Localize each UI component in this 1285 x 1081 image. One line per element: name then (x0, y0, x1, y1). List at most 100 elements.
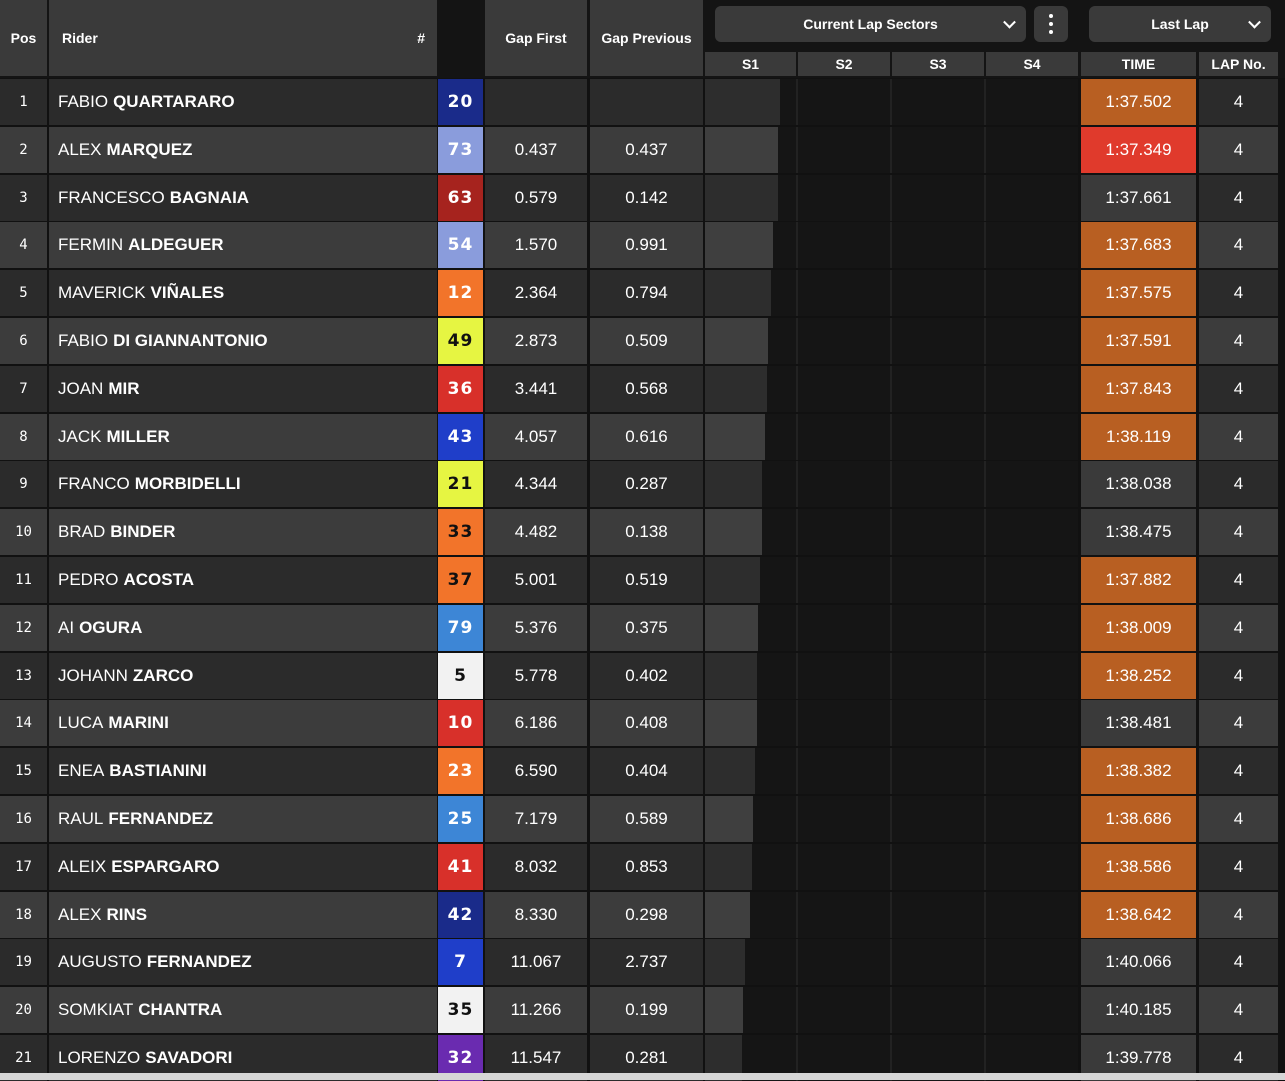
sector-progress-cell (705, 270, 1078, 317)
rider-first-name: FABIO (58, 331, 109, 350)
table-row[interactable]: 12 AI OGURA 79 5.376 0.375 1:38.009 4 (0, 604, 1285, 651)
rider-number-badge: 10 (438, 700, 483, 747)
table-row[interactable]: 5 MAVERICK VIÑALES 12 2.364 0.794 1:37.575 4 (0, 270, 1285, 317)
table-row[interactable]: 18 ALEX RINS 42 8.330 0.298 1:38.642 4 (0, 891, 1285, 938)
sector-divider (984, 270, 986, 317)
rider-name[interactable]: PEDRO ACOSTA (49, 557, 437, 603)
table-row[interactable]: 15 ENEA BASTIANINI 23 6.590 0.404 1:38.382 4 (0, 748, 1285, 795)
rider-name[interactable]: FRANCESCO BAGNAIA (49, 174, 437, 221)
lap-time-cell: 1:37.502 (1081, 79, 1196, 125)
sectors-dropdown[interactable]: Current Lap Sectors (715, 6, 1026, 42)
lap-time-cell: 1:38.481 (1081, 700, 1196, 747)
s1-progress-bar (705, 222, 773, 269)
lap-dropdown-label: Last Lap (1151, 16, 1209, 32)
table-row[interactable]: 17 ALEIX ESPARGARO 41 8.032 0.853 1:38.586 4 (0, 843, 1285, 890)
sector-progress-cell (705, 987, 1078, 1034)
rider-name[interactable]: ALEIX ESPARGARO (49, 843, 437, 890)
table-row[interactable]: 9 FRANCO MORBIDELLI 21 4.344 0.287 1:38.038 4 (0, 461, 1285, 508)
sector-progress-cell (705, 79, 1078, 125)
s1-progress-bar (705, 509, 762, 556)
gap-first-header[interactable]: Gap First (485, 0, 587, 76)
sector-divider (890, 461, 892, 508)
rider-name[interactable]: MAVERICK VIÑALES (49, 270, 437, 317)
rider-name[interactable]: SOMKIAT CHANTRA (49, 987, 437, 1034)
table-row[interactable]: 7 JOAN MIR 36 3.441 0.568 1:37.843 4 (0, 365, 1285, 412)
lap-no-header[interactable]: LAP No. (1199, 52, 1278, 76)
table-row[interactable]: 10 BRAD BINDER 33 4.482 0.138 1:38.475 4 (0, 509, 1285, 556)
gap-first-cell: 2.873 (485, 318, 587, 364)
s3-header[interactable]: S3 (892, 52, 984, 76)
table-row[interactable]: 1 FABIO QUARTARARO 20 1:37.502 4 (0, 79, 1285, 125)
s1-progress-bar (705, 79, 781, 125)
table-row[interactable]: 19 AUGUSTO FERNANDEZ 7 11.067 2.737 1:40.066 4 (0, 939, 1285, 986)
time-header[interactable]: TIME (1081, 52, 1196, 76)
gap-previous-cell: 0.568 (590, 365, 703, 412)
position-cell: 11 (0, 557, 47, 603)
rider-first-name: AI (58, 617, 75, 637)
rider-name[interactable]: FERMIN ALDEGUER (49, 222, 437, 269)
sector-progress-cell (705, 700, 1078, 747)
lap-time-cell: 1:38.475 (1081, 509, 1196, 556)
gap-previous-header[interactable]: Gap Previous (590, 0, 703, 76)
table-row[interactable]: 20 SOMKIAT CHANTRA 35 11.266 0.199 1:40.185 4 (0, 987, 1285, 1034)
sector-progress-cell (705, 652, 1078, 699)
sector-divider (796, 365, 798, 412)
horizontal-scrollbar[interactable] (0, 1073, 1285, 1080)
lap-time-cell: 1:38.642 (1081, 891, 1196, 938)
table-row[interactable]: 16 RAUL FERNANDEZ 25 7.179 0.589 1:38.686 4 (0, 796, 1285, 842)
position-cell: 6 (0, 318, 47, 364)
rider-number-badge: 63 (438, 174, 483, 221)
rider-name[interactable]: ALEX RINS (49, 891, 437, 938)
rider-name[interactable]: AUGUSTO FERNANDEZ (49, 939, 437, 986)
rider-name[interactable]: FABIO DI GIANNANTONIO (49, 318, 437, 364)
position-cell: 20 (0, 987, 47, 1034)
sector-divider (984, 318, 986, 364)
lap-time-cell: 1:38.586 (1081, 843, 1196, 890)
more-options-button[interactable] (1034, 6, 1068, 42)
rider-first-name: ALEX (58, 139, 102, 159)
rider-header[interactable]: Rider # (49, 0, 437, 76)
table-row[interactable]: 13 JOHANN ZARCO 5 5.778 0.402 1:38.252 4 (0, 652, 1285, 699)
rider-number-badge: 41 (438, 843, 483, 890)
table-row[interactable]: 3 FRANCESCO BAGNAIA 63 0.579 0.142 1:37.661 4 (0, 174, 1285, 221)
lap-dropdown[interactable]: Last Lap (1089, 6, 1271, 42)
lap-number-cell: 4 (1199, 557, 1278, 603)
s4-header[interactable]: S4 (986, 52, 1078, 76)
rider-name[interactable]: FRANCO MORBIDELLI (49, 461, 437, 508)
position-cell: 10 (0, 509, 47, 556)
s1-header[interactable]: S1 (705, 52, 796, 76)
table-row[interactable]: 4 FERMIN ALDEGUER 54 1.570 0.991 1:37.683 4 (0, 222, 1285, 269)
rider-first-name: JOAN (58, 378, 104, 398)
sector-divider (890, 604, 892, 651)
kebab-dot-icon (1049, 22, 1053, 26)
lap-time-cell: 1:40.185 (1081, 987, 1196, 1034)
table-row[interactable]: 8 JACK MILLER 43 4.057 0.616 1:38.119 4 (0, 413, 1285, 460)
rider-name[interactable]: JACK MILLER (49, 413, 437, 460)
s1-progress-bar (705, 748, 756, 795)
rider-first-name: ENEA (58, 761, 105, 781)
sector-progress-cell (705, 604, 1078, 651)
gap-first-cell: 11.266 (485, 987, 587, 1034)
rider-name[interactable]: AI OGURA (49, 604, 437, 651)
table-row[interactable]: 2 ALEX MARQUEZ 73 0.437 0.437 1:37.349 4 (0, 126, 1285, 173)
rider-last-name: BINDER (110, 522, 176, 542)
rider-name[interactable]: FABIO QUARTARARO (49, 79, 437, 125)
rider-first-name: ALEIX (58, 856, 107, 876)
s2-header[interactable]: S2 (798, 52, 890, 76)
table-row[interactable]: 14 LUCA MARINI 10 6.186 0.408 1:38.481 4 (0, 700, 1285, 747)
gap-first-cell (485, 79, 587, 125)
rider-name[interactable]: JOHANN ZARCO (49, 652, 437, 699)
rider-name[interactable]: BRAD BINDER (49, 509, 437, 556)
rider-name[interactable]: LUCA MARINI (49, 700, 437, 747)
lap-time-cell: 1:37.349 (1081, 126, 1196, 173)
gap-first-cell: 11.067 (485, 939, 587, 986)
rider-name[interactable]: JOAN MIR (49, 365, 437, 412)
table-row[interactable]: 6 FABIO DI GIANNANTONIO 49 2.873 0.509 1:37.59… (0, 318, 1285, 364)
rider-name[interactable]: RAUL FERNANDEZ (49, 796, 437, 842)
rider-name[interactable]: ALEX MARQUEZ (49, 126, 437, 173)
sector-divider (984, 796, 986, 842)
rider-last-name: VIÑALES (150, 283, 225, 303)
rider-name[interactable]: ENEA BASTIANINI (49, 748, 437, 795)
pos-header[interactable]: Pos (0, 0, 47, 76)
table-row[interactable]: 11 PEDRO ACOSTA 37 5.001 0.519 1:37.882 4 (0, 557, 1285, 603)
